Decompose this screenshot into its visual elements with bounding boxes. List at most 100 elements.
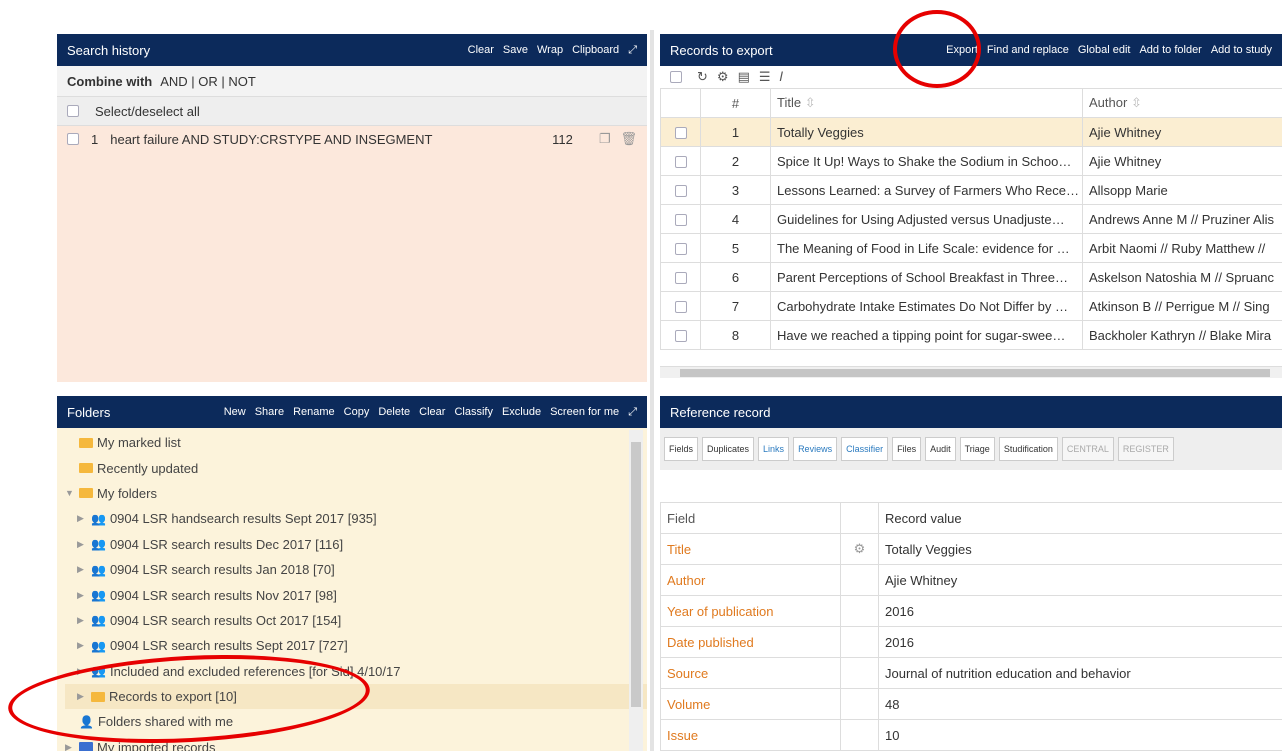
field-value[interactable]: Journal of nutrition education and behav… <box>878 657 1282 689</box>
row-title[interactable]: The Meaning of Food in Life Scale: evide… <box>770 233 1083 263</box>
tab-reviews[interactable]: Reviews <box>793 437 838 461</box>
row-title[interactable]: Carbohydrate Intake Estimates Do Not Dif… <box>770 291 1083 321</box>
folder-item[interactable]: Recently updated <box>65 455 647 480</box>
field-name[interactable]: Title <box>660 533 841 565</box>
caret-right-icon[interactable]: ▶ <box>77 615 91 626</box>
folder-label[interactable]: 0904 LSR search results Dec 2017 [116] <box>110 537 343 552</box>
folder-item[interactable]: ▶ 👥 0904 LSR search results Jan 2018 [70… <box>65 557 647 582</box>
tab-studification[interactable]: Studification <box>998 437 1058 461</box>
caret-right-icon[interactable]: ▶ <box>65 742 79 751</box>
settings-icon[interactable]: ⚙ <box>717 69 729 85</box>
caret-right-icon[interactable]: ▶ <box>77 691 91 702</box>
save-button[interactable]: Save <box>503 44 528 56</box>
panel-splitter[interactable] <box>650 30 654 751</box>
folder-item[interactable]: ▶ 👥 0904 LSR search results Oct 2017 [15… <box>65 608 647 633</box>
row-title[interactable]: Parent Perceptions of School Breakfast i… <box>770 262 1083 292</box>
tab-duplicates[interactable]: Duplicates <box>702 437 755 461</box>
folder-label[interactable]: Folders shared with me <box>98 714 233 729</box>
rename-folder-button[interactable]: Rename <box>293 406 335 418</box>
table-row[interactable]: 5 The Meaning of Food in Life Scale: evi… <box>660 233 1282 263</box>
caret-down-icon[interactable]: ▼ <box>65 488 79 498</box>
clear-button[interactable]: Clear <box>468 44 494 56</box>
tab-links[interactable]: Links <box>758 437 790 461</box>
row-checkbox[interactable] <box>674 272 687 285</box>
horizontal-scrollbar[interactable] <box>660 366 1282 378</box>
scrollbar-thumb[interactable] <box>680 369 1270 377</box>
table-row[interactable]: 4 Guidelines for Using Adjusted versus U… <box>660 204 1282 234</box>
format-icon[interactable]: 𝐼 <box>780 69 784 85</box>
row-checkbox[interactable] <box>674 301 687 314</box>
folder-label[interactable]: Records to export [10] <box>109 689 237 704</box>
field-name[interactable]: Author <box>660 564 841 596</box>
copy-folder-button[interactable]: Copy <box>344 406 370 418</box>
tab-fields[interactable]: Fields <box>664 437 699 461</box>
row-title[interactable]: Have we reached a tipping point for suga… <box>770 320 1083 350</box>
folder-item[interactable]: ▶ 👥 0904 LSR handsearch results Sept 201… <box>65 506 647 531</box>
row-author[interactable]: Ajie Whitney <box>1082 117 1282 147</box>
tab-register[interactable]: REGISTER <box>1117 437 1174 461</box>
table-row[interactable]: 3 Lessons Learned: a Survey of Farmers W… <box>660 175 1282 205</box>
row-checkbox[interactable] <box>674 330 687 343</box>
global-edit-button[interactable]: Global edit <box>1078 44 1131 56</box>
history-row-count[interactable]: 112 <box>552 132 573 147</box>
folder-item[interactable]: ▼ My folders <box>65 481 647 506</box>
row-checkbox[interactable] <box>674 185 687 198</box>
caret-right-icon[interactable]: ▶ <box>77 539 91 550</box>
search-history-row[interactable]: 1 heart failure AND STUDY:CRSTYPE AND IN… <box>57 126 647 152</box>
clipboard-button[interactable]: Clipboard <box>572 44 619 56</box>
row-author[interactable]: Atkinson B // Perrigue M // Sing <box>1082 291 1282 321</box>
row-author[interactable]: Backholer Kathryn // Blake Mira <box>1082 320 1282 350</box>
field-name[interactable]: Issue <box>660 719 841 751</box>
field-value[interactable]: Ajie Whitney <box>878 564 1282 596</box>
row-checkbox[interactable] <box>674 127 687 140</box>
row-author[interactable]: Ajie Whitney <box>1082 146 1282 176</box>
history-row-checkbox[interactable] <box>67 133 79 145</box>
sort-icon[interactable]: ⇳ <box>1131 95 1142 110</box>
details-icon[interactable]: ☰ <box>759 69 771 85</box>
row-checkbox[interactable] <box>674 243 687 256</box>
add-to-study-button[interactable]: Add to study <box>1211 44 1272 56</box>
tab-classifier[interactable]: Classifier <box>841 437 889 461</box>
row-checkbox[interactable] <box>674 156 687 169</box>
expand-icon[interactable]: ⤢ <box>628 44 637 57</box>
history-row-query[interactable]: heart failure AND STUDY:CRSTYPE AND INSE… <box>110 132 552 147</box>
sort-icon[interactable]: ⇳ <box>805 95 816 110</box>
share-folder-button[interactable]: Share <box>255 406 284 418</box>
field-name[interactable]: Volume <box>660 688 841 720</box>
caret-right-icon[interactable]: ▶ <box>77 640 91 651</box>
field-name[interactable]: Year of publication <box>660 595 841 627</box>
field-value[interactable]: 2016 <box>878 595 1282 627</box>
folder-item[interactable]: ▶ 👥 0904 LSR search results Sept 2017 [7… <box>65 633 647 658</box>
folder-label[interactable]: 0904 LSR search results Nov 2017 [98] <box>110 588 337 603</box>
caret-right-icon[interactable]: ▶ <box>77 564 91 575</box>
folder-label[interactable]: 0904 LSR search results Oct 2017 [154] <box>110 613 341 628</box>
table-row[interactable]: 7 Carbohydrate Intake Estimates Do Not D… <box>660 291 1282 321</box>
find-replace-button[interactable]: Find and replace <box>987 44 1069 56</box>
columns-icon[interactable]: ▤ <box>738 69 750 85</box>
row-author[interactable]: Askelson Natoshia M // Spruanc <box>1082 262 1282 292</box>
folder-label[interactable]: 0904 LSR search results Jan 2018 [70] <box>110 562 335 577</box>
tab-audit[interactable]: Audit <box>925 437 956 461</box>
table-row[interactable]: 1 Totally Veggies Ajie Whitney <box>660 117 1282 147</box>
field-name[interactable]: Date published <box>660 626 841 658</box>
field-value[interactable]: 48 <box>878 688 1282 720</box>
add-to-folder-button[interactable]: Add to folder <box>1139 44 1201 56</box>
field-value[interactable]: 10 <box>878 719 1282 751</box>
folder-label[interactable]: 0904 LSR handsearch results Sept 2017 [9… <box>110 511 377 526</box>
column-author[interactable]: Author ⇳ <box>1082 88 1282 118</box>
tab-triage[interactable]: Triage <box>959 437 995 461</box>
folder-label[interactable]: My folders <box>97 486 157 501</box>
table-row[interactable]: 2 Spice It Up! Ways to Shake the Sodium … <box>660 146 1282 176</box>
folder-label[interactable]: Included and excluded references [for Si… <box>110 664 401 679</box>
field-value[interactable]: Totally Veggies <box>878 533 1282 565</box>
exclude-button[interactable]: Exclude <box>502 406 541 418</box>
new-folder-button[interactable]: New <box>224 406 246 418</box>
folder-item-selected[interactable]: ▶ Records to export [10] <box>65 683 647 710</box>
records-select-checkbox[interactable] <box>670 71 682 83</box>
row-author[interactable]: Andrews Anne M // Pruziner Alis <box>1082 204 1282 234</box>
classify-button[interactable]: Classify <box>454 406 493 418</box>
tab-central[interactable]: CENTRAL <box>1061 437 1114 461</box>
row-title[interactable]: Lessons Learned: a Survey of Farmers Who… <box>770 175 1083 205</box>
vertical-scrollbar[interactable] <box>629 430 643 751</box>
folder-label[interactable]: My marked list <box>97 435 181 450</box>
